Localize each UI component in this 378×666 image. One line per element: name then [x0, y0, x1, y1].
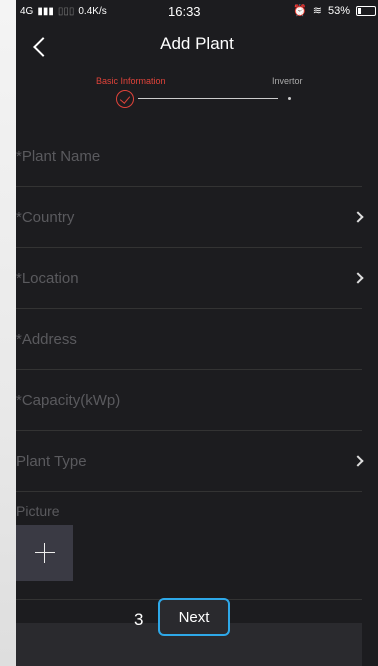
- add-picture-button[interactable]: [16, 525, 73, 581]
- page-title: Add Plant: [160, 34, 234, 53]
- chevron-right-icon: [352, 272, 364, 284]
- step-connector: [138, 98, 278, 99]
- status-bar: 4G ▮▮▮ ▯▯▯ 0.4K/s 16:33 ⏰ ≋ 53%: [16, 0, 378, 22]
- alarm-icon: ⏰: [293, 5, 307, 17]
- plant-type-label: Plant Type: [16, 452, 87, 470]
- location-label: *Location: [16, 269, 79, 287]
- background-left-strip: [0, 0, 16, 666]
- chevron-right-icon: [352, 211, 364, 223]
- address-label: *Address: [16, 330, 77, 348]
- status-right: ⏰ ≋ 53%: [293, 4, 376, 17]
- signal-icon: ▮▮▮: [37, 5, 54, 17]
- plant-name-label: *Plant Name: [16, 147, 101, 165]
- wifi-icon: ≋: [312, 5, 322, 17]
- signal-secondary-icon: ▯▯▯: [57, 5, 75, 17]
- chevron-right-icon: [352, 455, 364, 467]
- next-button[interactable]: Next: [158, 598, 230, 636]
- picture-section: Picture: [16, 495, 362, 600]
- plant-type-field[interactable]: Plant Type: [16, 431, 364, 492]
- address-field[interactable]: *Address: [16, 309, 362, 370]
- step-dot-icon: [288, 97, 291, 100]
- country-field[interactable]: *Country: [16, 187, 364, 248]
- network-label: 4G: [20, 5, 34, 17]
- status-time: 16:33: [168, 4, 201, 19]
- battery-icon: [356, 5, 376, 16]
- step-marker: 3: [134, 610, 144, 629]
- country-label: *Country: [16, 208, 75, 226]
- battery-percent: 53%: [327, 4, 350, 17]
- status-left: 4G ▮▮▮ ▯▯▯ 0.4K/s: [20, 6, 107, 17]
- capacity-label: *Capacity(kWp): [16, 391, 121, 409]
- step-progress: Basic Information Invertor: [16, 74, 378, 122]
- capacity-field[interactable]: *Capacity(kWp): [16, 370, 362, 431]
- check-circle-icon: [116, 90, 134, 108]
- picture-label: Picture: [16, 503, 60, 519]
- back-icon[interactable]: [33, 37, 53, 57]
- network-speed: 0.4K/s: [78, 5, 107, 17]
- step-label-invertor: Invertor: [272, 76, 303, 86]
- navbar: Add Plant: [16, 22, 378, 74]
- plant-name-field[interactable]: *Plant Name: [16, 126, 362, 187]
- location-field[interactable]: *Location: [16, 248, 364, 309]
- step-label-basic-information: Basic Information: [96, 76, 166, 86]
